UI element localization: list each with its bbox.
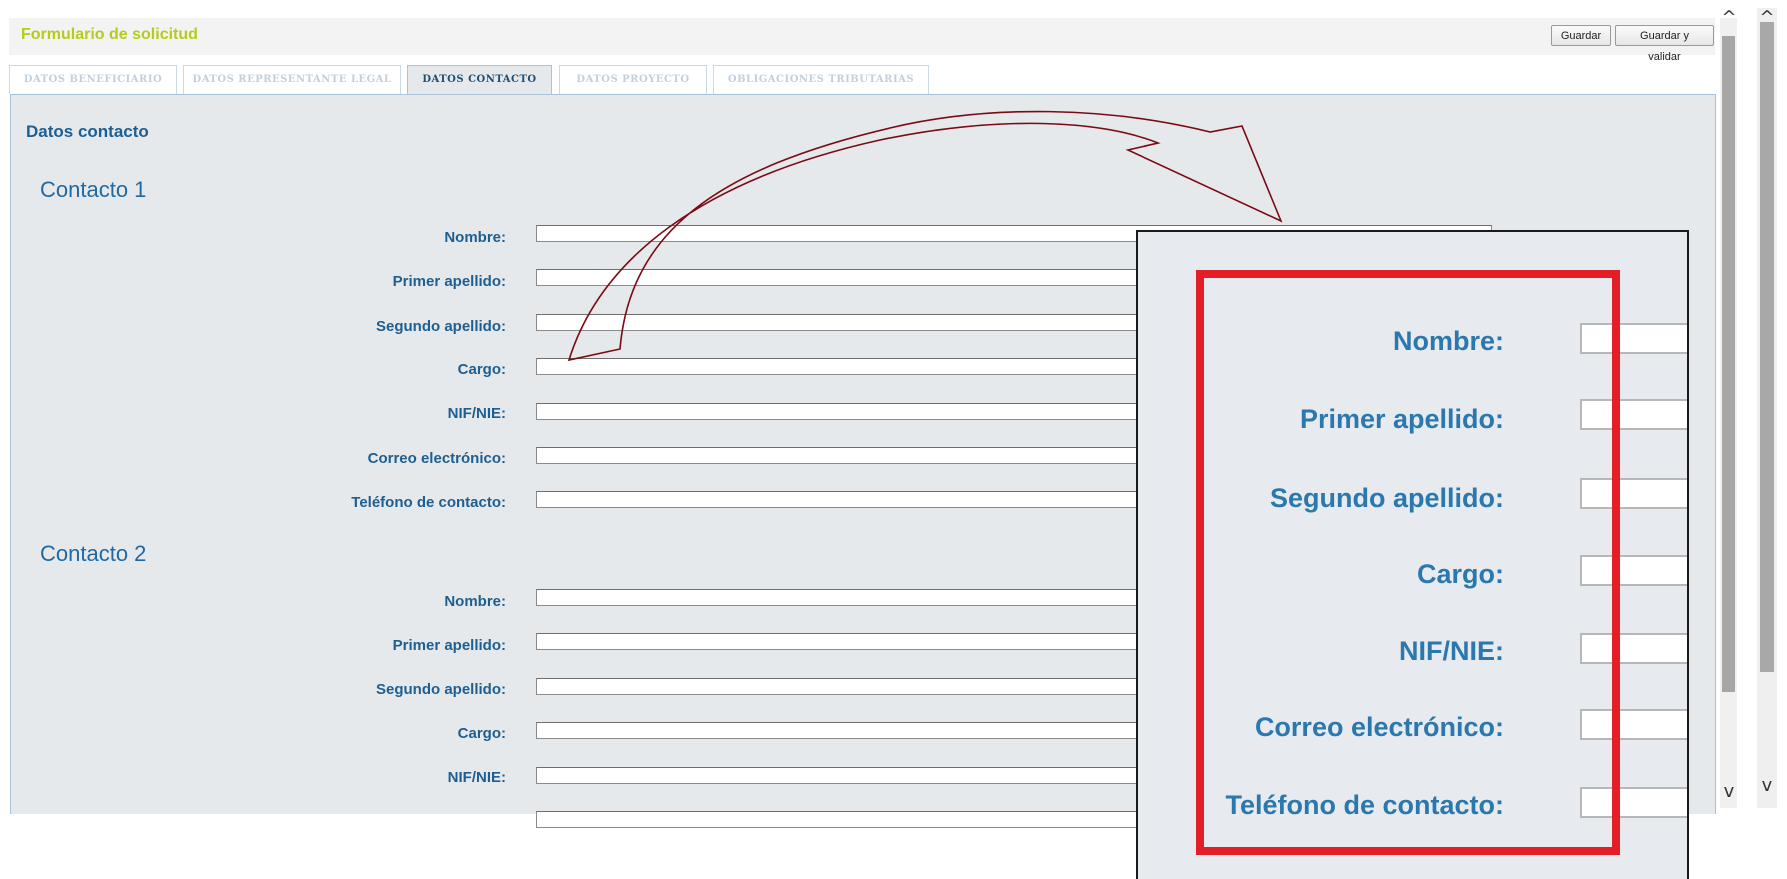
zoom-callout: Nombre: Primer apellido: Segundo apellid… (1136, 230, 1689, 879)
contact-1-title: Contacto 1 (40, 177, 147, 202)
app-window: Formulario de solicitud Guardar Guardar … (0, 0, 1787, 879)
tab-datos-proyecto[interactable]: DATOS PROYECTO (559, 65, 707, 94)
contact-2-title: Contacto 2 (40, 541, 147, 566)
contact-2-cargo-label: Cargo: (457, 725, 506, 742)
tab-obligaciones-tributarias[interactable]: OBLIGACIONES TRIBUTARIAS (713, 65, 929, 94)
contact-2-nombre-label: Nombre: (444, 593, 506, 610)
contact-1-correo-label: Correo electrónico: (367, 450, 506, 467)
save-button[interactable]: Guardar (1551, 25, 1611, 46)
page-scrollbar-thumb[interactable] (1760, 22, 1774, 672)
chevron-up-icon[interactable]: ^ (1719, 9, 1739, 27)
chevron-down-icon[interactable]: v (1719, 783, 1739, 801)
contact-1-telefono-label: Teléfono de contacto: (351, 494, 506, 511)
contact-1-segundo-apellido-label: Segundo apellido: (376, 318, 506, 335)
highlight-box (1196, 270, 1620, 855)
section-title: Datos contacto (26, 122, 149, 141)
tab-datos-contacto[interactable]: DATOS CONTACTO (407, 65, 552, 96)
tab-datos-beneficiario[interactable]: DATOS BENEFICIARIO (9, 65, 177, 94)
contact-1-nombre-label: Nombre: (444, 229, 506, 246)
contact-2-nif-nie-label: NIF/NIE: (447, 769, 506, 786)
chevron-down-icon[interactable]: v (1757, 777, 1777, 795)
form-title: Formulario de solicitud (21, 26, 198, 43)
contact-1-primer-apellido-label: Primer apellido: (392, 273, 506, 290)
save-validate-button[interactable]: Guardar y validar (1615, 25, 1714, 63)
form-scrollbar[interactable] (1720, 18, 1737, 808)
form-scrollbar-thumb[interactable] (1722, 36, 1735, 692)
contact-2-primer-apellido-label: Primer apellido: (392, 637, 506, 654)
contact-2-segundo-apellido-label: Segundo apellido: (376, 681, 506, 698)
form-header: Formulario de solicitud Guardar Guardar … (9, 18, 1715, 63)
tab-datos-representante-legal[interactable]: DATOS REPRESENTANTE LEGAL (183, 65, 401, 94)
contact-1-cargo-label: Cargo: (457, 361, 506, 378)
page-scrollbar[interactable] (1757, 8, 1777, 808)
chevron-up-icon[interactable]: ^ (1757, 9, 1777, 27)
contact-1-nif-nie-label: NIF/NIE: (447, 405, 506, 422)
